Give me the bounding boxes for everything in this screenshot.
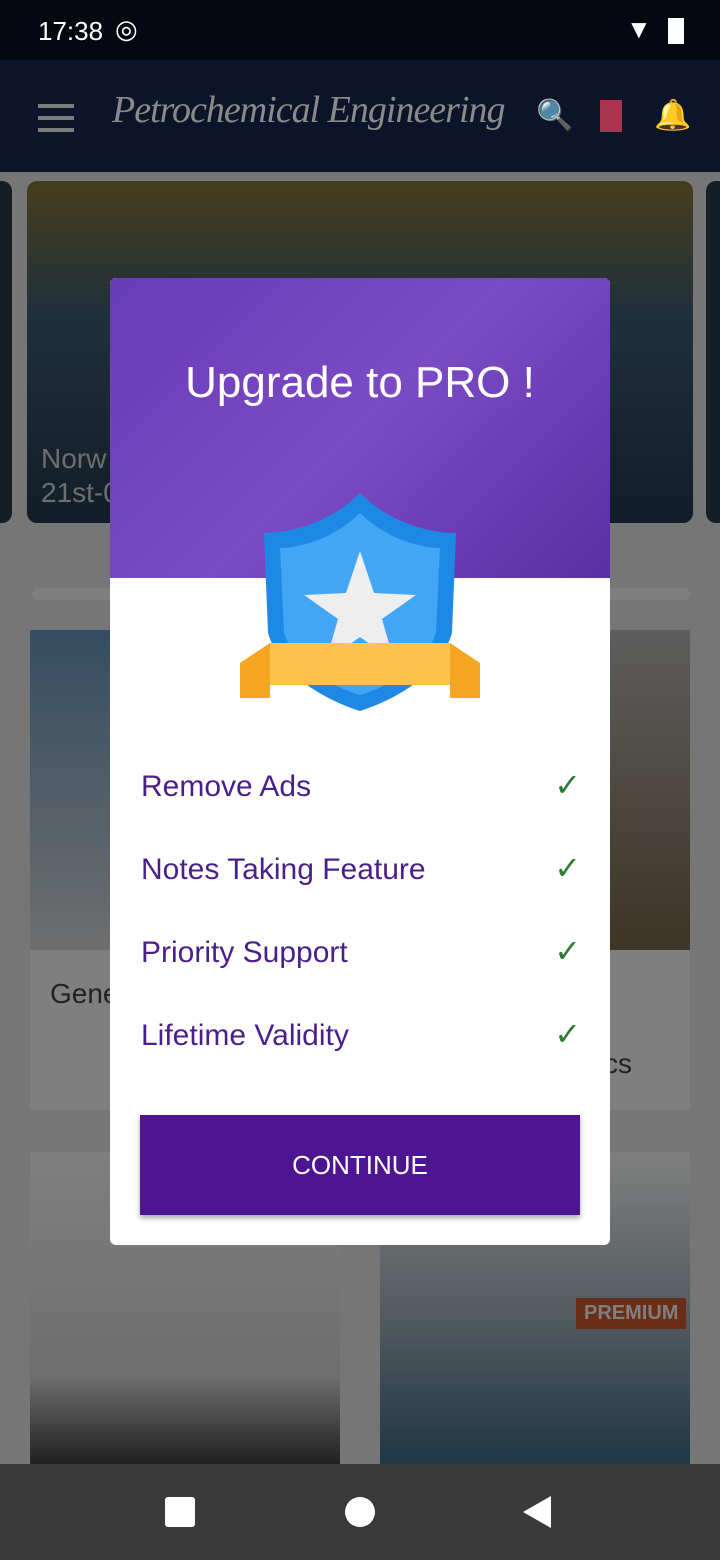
feature-lifetime: Lifetime Validity ✓ <box>141 1016 581 1053</box>
check-icon: ✓ <box>554 933 581 969</box>
bookmark-icon[interactable] <box>600 100 622 132</box>
bell-icon[interactable]: 🔔 <box>654 98 691 133</box>
data-saver-icon: ◎ <box>115 14 138 44</box>
battery-icon <box>668 18 684 44</box>
check-icon: ✓ <box>554 767 581 803</box>
feature-remove-ads: Remove Ads ✓ <box>141 767 581 804</box>
navigation-bar <box>0 1464 720 1560</box>
continue-button[interactable]: CONTINUE <box>140 1115 580 1215</box>
shield-star-icon <box>240 493 480 711</box>
feature-priority-support: Priority Support ✓ <box>141 933 581 970</box>
check-icon: ✓ <box>554 1016 581 1052</box>
app-title: Petrochemical Engineering <box>112 89 506 131</box>
status-bar: 17:38 ◎ ▼ <box>0 0 720 60</box>
dialog-title: Upgrade to PRO ! <box>185 358 535 407</box>
recents-button[interactable] <box>165 1497 195 1527</box>
app-bar: Petrochemical Engineering 🔍 🔔 <box>0 60 720 172</box>
feature-label: Remove Ads <box>141 770 312 803</box>
feature-notes: Notes Taking Feature ✓ <box>141 850 581 887</box>
back-button[interactable] <box>523 1496 551 1528</box>
feature-label: Lifetime Validity <box>141 1019 349 1052</box>
home-button[interactable] <box>345 1497 375 1527</box>
feature-label: Notes Taking Feature <box>141 853 426 886</box>
search-icon[interactable]: 🔍 <box>536 98 573 133</box>
clock: 17:38 <box>38 16 104 46</box>
upgrade-dialog: Upgrade to PRO ! Remove Ads ✓ Notes Takin… <box>110 278 610 1245</box>
wifi-icon: ▼ <box>626 14 652 44</box>
feature-label: Priority Support <box>141 936 348 969</box>
check-icon: ✓ <box>554 850 581 886</box>
menu-icon[interactable] <box>38 104 74 140</box>
